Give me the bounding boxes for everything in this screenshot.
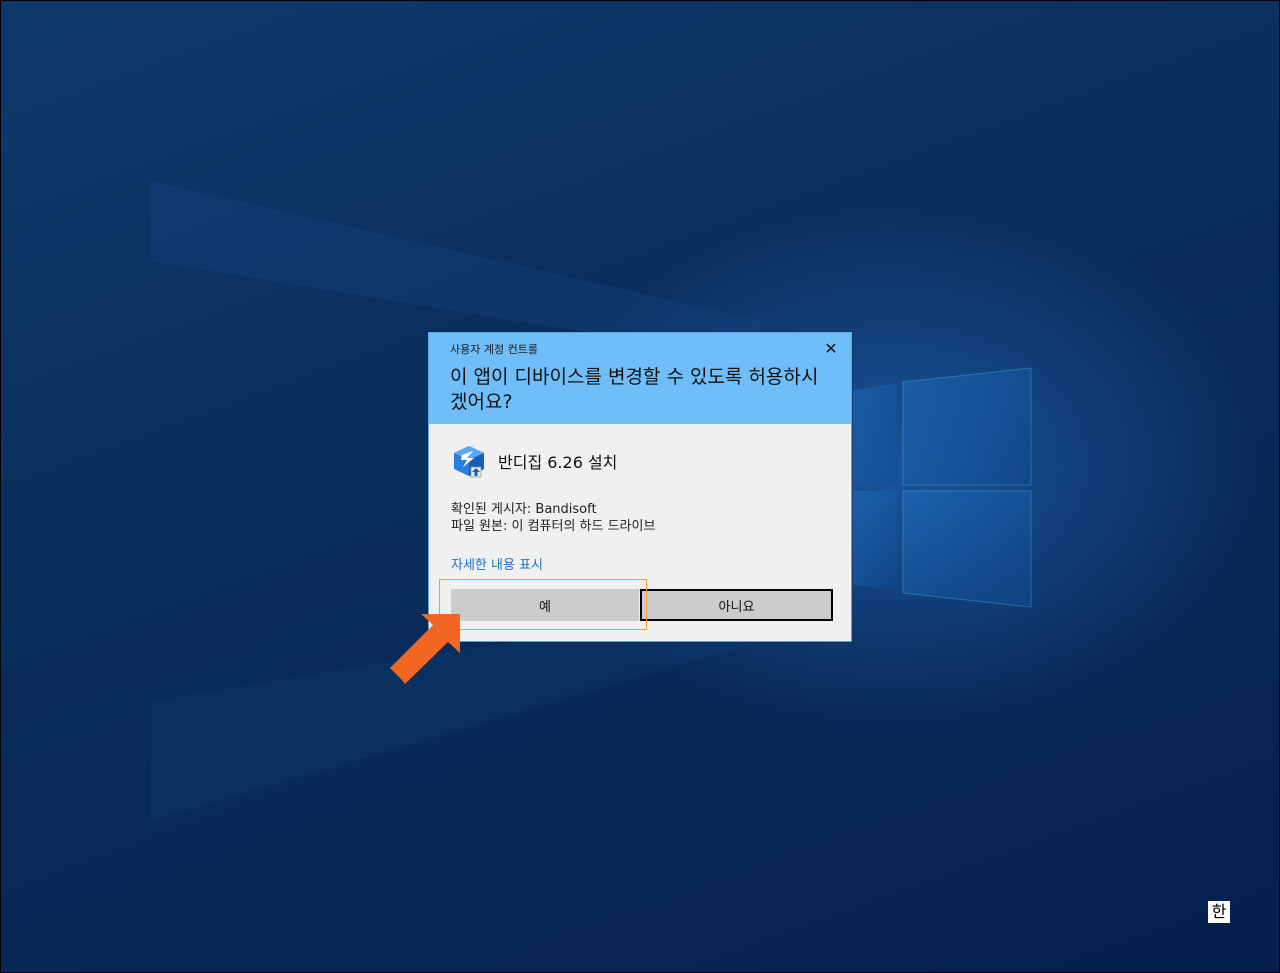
- close-icon[interactable]: ✕: [821, 339, 841, 359]
- ime-indicator[interactable]: 한: [1208, 901, 1230, 923]
- uac-question: 이 앱이 디바이스를 변경할 수 있도록 허용하시겠어요?: [450, 366, 819, 413]
- publisher-line: 확인된 게시자: Bandisoft: [451, 502, 597, 517]
- show-details-link[interactable]: 자세한 내용 표시: [451, 554, 543, 573]
- uac-dialog: 사용자 계정 컨트롤 ✕ 이 앱이 디바이스를 변경할 수 있도록 허용하시겠어…: [428, 332, 852, 642]
- app-info-row: 반디집 6.26 설치: [451, 442, 617, 480]
- yes-button[interactable]: 예: [451, 589, 639, 621]
- origin-line: 파일 원본: 이 컴퓨터의 하드 드라이브: [451, 519, 656, 534]
- desktop: 사용자 계정 컨트롤 ✕ 이 앱이 디바이스를 변경할 수 있도록 허용하시겠어…: [0, 0, 1280, 973]
- bandizip-installer-icon: [454, 446, 484, 478]
- app-name: 반디집 6.26 설치: [498, 453, 618, 472]
- pointer-arrow-icon: [390, 614, 460, 684]
- dialog-caption: 사용자 계정 컨트롤: [450, 343, 538, 356]
- no-button[interactable]: 아니요: [640, 589, 833, 621]
- app-metadata: 확인된 게시자: Bandisoft 파일 원본: 이 컴퓨터의 하드 드라이브: [451, 501, 655, 535]
- uac-header: 사용자 계정 컨트롤 ✕ 이 앱이 디바이스를 변경할 수 있도록 허용하시겠어…: [429, 333, 851, 424]
